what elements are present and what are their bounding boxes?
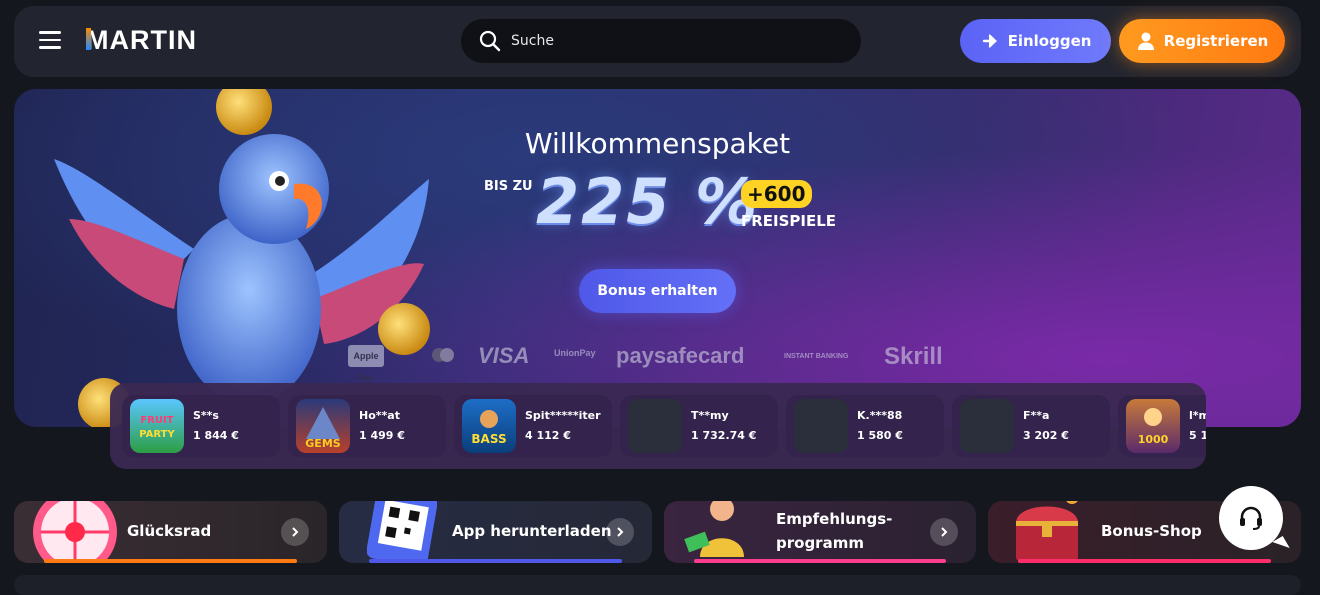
winner-card[interactable]: BASS Spit*****iter 4 112 €	[454, 395, 612, 457]
search-input[interactable]	[511, 33, 811, 49]
login-icon	[982, 34, 997, 48]
winner-card[interactable]: GEMS Ho**at 1 499 €	[288, 395, 446, 457]
game-thumbnail	[628, 399, 682, 453]
chevron-right-icon[interactable]	[281, 518, 309, 546]
qr-code-icon	[367, 501, 437, 563]
chevron-right-icon[interactable]	[930, 518, 958, 546]
paysafecard-icon: paysafecard	[616, 343, 745, 368]
support-chat-button[interactable]	[1219, 486, 1283, 550]
svg-text:GEMS: GEMS	[305, 437, 340, 450]
bis-zu-text: BIS ZU	[484, 179, 533, 194]
game-thumbnail	[960, 399, 1014, 453]
hamburger-icon[interactable]	[39, 31, 61, 49]
svg-text:BASS: BASS	[471, 432, 506, 446]
bonus-claim-button[interactable]: Bonus erhalten	[579, 269, 736, 313]
winner-card[interactable]: FRUIT PARTY S**s 1 844 €	[122, 395, 280, 457]
promo-referral[interactable]: Empfehlungs- programm	[664, 501, 976, 563]
wheel-icon	[33, 501, 117, 563]
recent-winners-ticker: FRUIT PARTY S**s 1 844 € GEMS Ho**at 1 49…	[110, 383, 1206, 469]
referral-icon	[684, 501, 744, 557]
instant-banking-icon: INSTANT BANKING	[784, 353, 849, 360]
mastercard-icon	[432, 347, 454, 363]
logo[interactable]: MARTIN	[86, 25, 197, 55]
promo-wheel[interactable]: Glücksrad	[14, 501, 327, 563]
svg-text:1000: 1000	[1138, 433, 1169, 446]
next-section-edge	[14, 575, 1301, 595]
unionpay-icon: UnionPay	[554, 348, 596, 358]
free-spins-count: +600	[741, 180, 812, 208]
search-icon	[479, 30, 501, 52]
promo-app-download[interactable]: App herunterladen	[339, 501, 652, 563]
winner-card[interactable]: F**a 3 202 €	[952, 395, 1110, 457]
winner-card[interactable]: T**my 1 732.74 €	[620, 395, 778, 457]
game-thumbnail: BASS	[462, 399, 516, 453]
game-thumbnail: FRUIT PARTY	[130, 399, 184, 453]
welcome-banner[interactable]: Willkommenspaket BIS ZU 225 % +600 FREIS…	[14, 89, 1301, 427]
top-header: MARTIN Einloggen Registrieren	[14, 6, 1301, 77]
login-button[interactable]: Einloggen	[960, 19, 1111, 63]
game-thumbnail: GEMS	[296, 399, 350, 453]
register-button[interactable]: Registrieren	[1119, 19, 1285, 63]
svg-text:FRUIT: FRUIT	[140, 415, 173, 426]
search-box[interactable]	[461, 19, 861, 63]
svg-text:PARTY: PARTY	[139, 429, 175, 440]
hero-title: Willkommenspaket	[524, 127, 791, 160]
visa-icon: VISA	[478, 343, 530, 368]
winner-card[interactable]: 1000 l*m 5 1	[1118, 395, 1206, 457]
user-icon	[1137, 32, 1154, 50]
treasure-chest-icon	[1016, 501, 1078, 561]
game-thumbnail: 1000	[1126, 399, 1180, 453]
payment-methods: Apple Pay VISA UnionPay paysafecard INST…	[344, 343, 1044, 383]
skrill-icon: Skrill	[884, 343, 943, 370]
free-spins-label: FREISPIELE	[741, 212, 837, 230]
game-thumbnail	[794, 399, 848, 453]
chevron-right-icon[interactable]	[606, 518, 634, 546]
winner-card[interactable]: K.***88 1 580 €	[786, 395, 944, 457]
bonus-percent: 225 %	[536, 165, 760, 238]
apple-pay-icon: Apple Pay	[348, 345, 384, 383]
headset-icon	[1240, 506, 1262, 530]
